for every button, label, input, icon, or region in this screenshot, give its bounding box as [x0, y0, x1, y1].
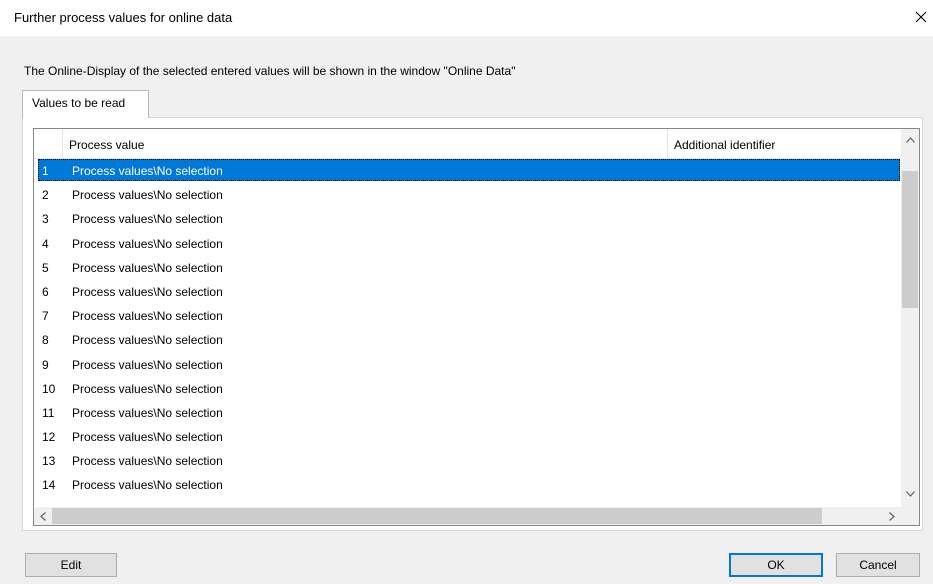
- row-number: 9: [42, 357, 49, 372]
- dialog-title: Further process values for online data: [14, 10, 233, 25]
- row-process-value: Process values\No selection: [72, 284, 223, 299]
- row-number: 3: [42, 212, 49, 227]
- scroll-up-arrow-icon[interactable]: [901, 131, 919, 149]
- table-row[interactable]: 7 Process values\No selection: [34, 303, 901, 327]
- title-bar: Further process values for online data: [0, 0, 933, 36]
- row-process-value: Process values\No selection: [72, 381, 223, 396]
- table-row[interactable]: 10 Process values\No selection: [34, 376, 901, 400]
- scroll-left-arrow-icon[interactable]: [34, 507, 52, 525]
- scrollbar-corner: [901, 507, 919, 525]
- row-number: 2: [42, 188, 49, 203]
- info-text: The Online-Display of the selected enter…: [24, 64, 516, 78]
- table-row[interactable]: 6 Process values\No selection: [34, 279, 901, 303]
- row-number: 6: [42, 284, 49, 299]
- table-row[interactable]: 12 Process values\No selection: [34, 424, 901, 448]
- scroll-right-arrow-icon[interactable]: [883, 507, 901, 525]
- row-process-value: Process values\No selection: [72, 333, 223, 348]
- row-number: 11: [42, 405, 55, 420]
- row-process-value: Process values\No selection: [72, 188, 223, 203]
- header-index[interactable]: [34, 129, 63, 158]
- row-number: 5: [42, 260, 49, 275]
- table-row[interactable]: 9 Process values\No selection: [34, 352, 901, 376]
- row-number: 13: [42, 454, 56, 469]
- grid-rows: 1 Process values\No selection 2 Process va…: [34, 158, 901, 497]
- table-row[interactable]: 11 Process values\No selection: [34, 400, 901, 424]
- ok-button[interactable]: OK: [729, 553, 823, 577]
- table-row[interactable]: 13 Process values\No selection: [34, 448, 901, 472]
- table-row[interactable]: 4 Process values\No selection: [34, 231, 901, 255]
- table-row[interactable]: 5 Process values\No selection: [34, 255, 901, 279]
- row-number: 10: [42, 381, 56, 396]
- row-number: 8: [42, 333, 49, 348]
- horizontal-scroll-thumb[interactable]: [52, 508, 822, 524]
- row-process-value: Process values\No selection: [72, 212, 223, 227]
- header-additional-identifier[interactable]: Additional identifier: [668, 129, 901, 158]
- table-row[interactable]: 2 Process values\No selection: [34, 182, 901, 206]
- grid-header: Process value Additional identifier: [34, 129, 901, 159]
- row-process-value: Process values\No selection: [72, 309, 223, 324]
- table-row[interactable]: 3 Process values\No selection: [34, 206, 901, 230]
- vertical-scroll-thumb[interactable]: [902, 171, 918, 308]
- row-process-value: Process values\No selection: [72, 357, 223, 372]
- row-number: 7: [42, 309, 49, 324]
- edit-button[interactable]: Edit: [25, 553, 117, 577]
- process-values-grid[interactable]: Process value Additional identifier 1 Pro…: [33, 128, 920, 526]
- close-button[interactable]: [911, 7, 931, 27]
- row-process-value: Process values\No selection: [72, 430, 223, 445]
- table-row[interactable]: 1 Process values\No selection: [34, 158, 901, 182]
- row-process-value: Process values\No selection: [72, 454, 223, 469]
- horizontal-scrollbar[interactable]: [34, 507, 901, 525]
- row-number: 14: [42, 478, 56, 493]
- close-icon: [915, 11, 927, 23]
- row-number: 12: [42, 430, 56, 445]
- cancel-button[interactable]: Cancel: [836, 553, 920, 577]
- tab-values-to-be-read[interactable]: Values to be read: [22, 90, 149, 118]
- row-process-value: Process values\No selection: [72, 478, 223, 493]
- table-row[interactable]: 8 Process values\No selection: [34, 327, 901, 351]
- row-process-value: Process values\No selection: [72, 164, 223, 178]
- row-number: 4: [42, 236, 49, 251]
- row-process-value: Process values\No selection: [72, 260, 223, 275]
- vertical-scrollbar[interactable]: [901, 129, 919, 507]
- table-row[interactable]: 14 Process values\No selection: [34, 472, 901, 496]
- row-number: 1: [42, 164, 49, 178]
- row-process-value: Process values\No selection: [72, 236, 223, 251]
- header-process-value[interactable]: Process value: [63, 129, 668, 158]
- scroll-down-arrow-icon[interactable]: [901, 485, 919, 503]
- row-process-value: Process values\No selection: [72, 405, 223, 420]
